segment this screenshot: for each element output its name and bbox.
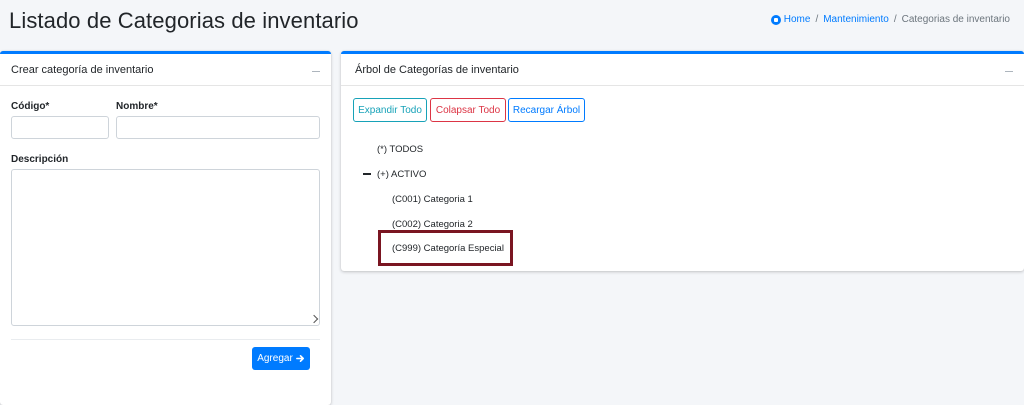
codigo-label: Código* xyxy=(11,101,50,112)
nombre-label: Nombre* xyxy=(116,101,158,112)
form-divider xyxy=(11,339,320,340)
collapse-card-button[interactable] xyxy=(311,65,321,75)
agregar-button-label: Agregar xyxy=(257,353,293,364)
tree-node-c001[interactable]: (C001) Categoria 1 xyxy=(392,194,473,205)
page-title: Listado de Categorias de inventario xyxy=(9,8,359,33)
nombre-input[interactable] xyxy=(116,116,320,139)
breadcrumb-mantenimiento-link[interactable]: Mantenimiento xyxy=(823,14,889,25)
home-icon[interactable] xyxy=(770,14,781,25)
breadcrumb-home-link[interactable]: Home xyxy=(784,14,811,25)
category-tree-card: Árbol de Categorías de inventario Expand… xyxy=(341,51,1024,271)
create-category-card: Crear categoría de inventario Código* No… xyxy=(0,51,331,405)
descripcion-label: Descripción xyxy=(11,154,69,165)
category-tree-card-title: Árbol de Categorías de inventario xyxy=(355,63,519,76)
create-category-card-header: Crear categoría de inventario xyxy=(0,54,331,86)
collapse-all-button[interactable]: Colapsar Todo xyxy=(430,98,506,122)
tree-node-c002[interactable]: (C002) Categoria 2 xyxy=(392,219,473,230)
expand-all-button[interactable]: Expandir Todo xyxy=(353,98,427,122)
tree-collapse-toggle-icon[interactable] xyxy=(363,170,371,178)
breadcrumb-separator: / xyxy=(893,14,897,25)
breadcrumb: Home / Mantenimiento / Categorias de inv… xyxy=(770,14,1010,25)
agregar-button[interactable]: Agregar xyxy=(252,347,310,370)
tree-node-todos[interactable]: (*) TODOS xyxy=(377,144,423,155)
highlight-annotation-box xyxy=(378,230,513,266)
create-category-card-title: Crear categoría de inventario xyxy=(11,63,154,76)
arrow-right-icon xyxy=(295,354,304,363)
breadcrumb-current: Categorias de inventario xyxy=(901,14,1010,25)
codigo-input[interactable] xyxy=(11,116,109,139)
reload-tree-button[interactable]: Recargar Árbol xyxy=(508,98,585,122)
collapse-card-button[interactable] xyxy=(1004,65,1014,75)
tree-node-activo[interactable]: (+) ACTIVO xyxy=(377,169,426,180)
breadcrumb-separator: / xyxy=(815,14,819,25)
category-tree-card-header: Árbol de Categorías de inventario xyxy=(341,54,1024,86)
descripcion-textarea[interactable] xyxy=(11,169,320,326)
